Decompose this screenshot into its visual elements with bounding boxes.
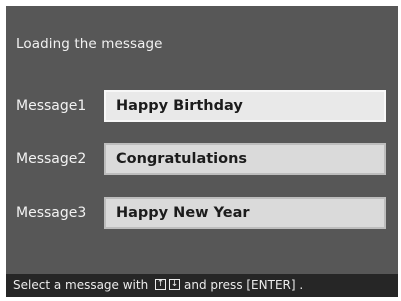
message-field-1[interactable]: Happy Birthday [104, 90, 386, 122]
message-label-1: Message1 [16, 98, 87, 114]
up-arrow-key-icon: ↑ [155, 279, 166, 290]
message-row-2: Message2 Congratulations [6, 143, 398, 175]
message-row-1: Message1 Happy Birthday [6, 90, 398, 122]
message-label-3: Message3 [16, 205, 87, 221]
screen-title: Loading the message [16, 36, 163, 52]
message-row-3: Message3 Happy New Year [6, 197, 398, 229]
down-arrow-key-icon: ↓ [169, 279, 180, 290]
message-field-2[interactable]: Congratulations [104, 143, 386, 175]
status-bar: Select a message with ↑ ↓ and press [ENT… [6, 274, 398, 297]
message-field-3[interactable]: Happy New Year [104, 197, 386, 229]
status-text-before: Select a message with [13, 278, 149, 292]
status-text-after: and press [ENTER] . [184, 278, 304, 292]
message-label-2: Message2 [16, 151, 87, 167]
message-screen: Loading the message Message1 Happy Birth… [6, 6, 398, 297]
